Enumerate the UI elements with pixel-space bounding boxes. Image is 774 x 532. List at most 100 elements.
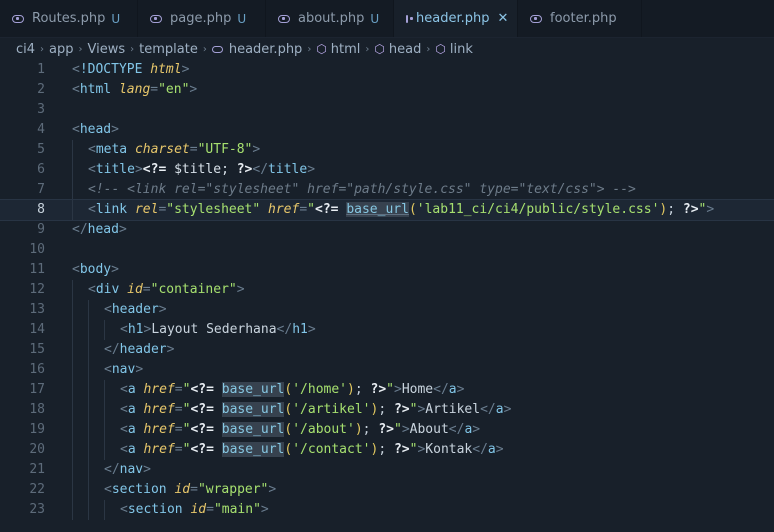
code-line[interactable]: 17 <a href="<?= base_url('/home'); ?>">Ho…: [0, 380, 774, 400]
code-token-str: '/about': [292, 422, 355, 437]
code-token-str: ": [307, 202, 315, 217]
breadcrumb-label: template: [139, 41, 198, 57]
line-code: <header>: [104, 300, 167, 320]
code-line[interactable]: 12 <div id="container">: [0, 280, 774, 300]
line-code: <section id="main">: [120, 500, 269, 520]
breadcrumb-item[interactable]: ⬡ html: [316, 42, 360, 57]
line-code: <link rel="stylesheet" href="<?= base_ur…: [88, 200, 714, 220]
code-token-attr: href: [143, 402, 175, 417]
breadcrumb-item[interactable]: template: [139, 42, 198, 57]
code-token-str: '/contact': [292, 442, 371, 457]
code-token-pun: >: [268, 482, 277, 497]
code-line[interactable]: 20 <a href="<?= base_url('/contact'); ?>"…: [0, 440, 774, 460]
code-token-pun: <: [72, 262, 80, 277]
indent-guide: [72, 340, 73, 360]
code-line[interactable]: 22 <section id="wrapper">: [0, 480, 774, 500]
symbol-element-icon: ⬡: [316, 41, 327, 56]
code-token-tag: head: [87, 222, 119, 237]
code-token-tag: !DOCTYPE: [79, 62, 151, 77]
tab-header[interactable]: header.php ✕: [394, 0, 518, 37]
code-token-com: <!-- <link rel="stylesheet" href="path/s…: [88, 182, 636, 197]
code-token-tag: body: [79, 262, 112, 277]
indent-guide: [72, 280, 73, 300]
code-token-pun: <: [120, 442, 128, 457]
code-token-php: <?=: [315, 202, 347, 217]
indent-guide: [72, 380, 73, 400]
line-code: <a href="<?= base_url('/about'); ?>">Abo…: [120, 420, 480, 440]
code-token-pun: <: [104, 302, 112, 317]
code-line[interactable]: 6 <title><?= $title; ?></title>: [0, 160, 774, 180]
breadcrumb-item[interactable]: Views: [88, 42, 126, 57]
tab-page[interactable]: page.php U: [138, 0, 266, 37]
indent-guide: [104, 380, 105, 400]
breadcrumb: ci4 › app › Views › template › header.php › ⬡ html ›…: [0, 38, 774, 60]
code-line[interactable]: 21 </nav>: [0, 460, 774, 480]
breadcrumb-item[interactable]: header.php: [211, 42, 302, 57]
breadcrumb-item[interactable]: ci4: [16, 42, 35, 57]
line-code: </header>: [104, 340, 174, 360]
code-line[interactable]: 11 <body>: [0, 260, 774, 280]
tab-about[interactable]: about.php U: [266, 0, 394, 37]
code-token-pun: >: [307, 322, 316, 337]
breadcrumb-label: link: [449, 41, 473, 57]
editor-tab-bar: Routes.php Upage.php Uabout.php Uheader.php…: [0, 0, 774, 38]
code-token-pun: </: [72, 222, 88, 237]
code-token-tag: a: [495, 402, 504, 417]
code-line[interactable]: 7 <!-- <link rel="stylesheet" href="path/…: [0, 180, 774, 200]
code-editor[interactable]: 1 <!DOCTYPE html> 2 <html lang="en"> 3 4 <head…: [0, 60, 774, 520]
breadcrumb-item[interactable]: ⬡ head: [374, 42, 421, 57]
line-number: 3: [37, 102, 45, 117]
code-line[interactable]: 1 <!DOCTYPE html>: [0, 60, 774, 80]
chevron-right-icon: ›: [365, 43, 370, 55]
code-token-pun: >: [111, 262, 119, 277]
code-line[interactable]: 10: [0, 240, 774, 260]
breadcrumb-item[interactable]: ⬡ link: [435, 42, 472, 57]
code-token-pun: >: [393, 382, 402, 397]
code-token-txt: ;: [354, 382, 371, 397]
code-token-php: <?=: [142, 162, 175, 177]
code-token-pun: >: [181, 62, 190, 77]
indent-guide: [72, 160, 73, 180]
line-number: 19: [29, 422, 45, 437]
php-file-icon: [12, 14, 24, 23]
code-line[interactable]: 2 <html lang="en">: [0, 80, 774, 100]
code-line[interactable]: 4 <head>: [0, 120, 774, 140]
indent-guide: [72, 460, 73, 480]
code-token-tag: html: [79, 82, 119, 97]
code-line[interactable]: 18 <a href="<?= base_url('/artikel'); ?>"…: [0, 400, 774, 420]
code-token-str: ": [393, 422, 402, 437]
breadcrumb-label: app: [49, 41, 74, 57]
code-token-tag: a: [127, 382, 144, 397]
code-line[interactable]: 8 <link rel="stylesheet" href="<?= base_u…: [0, 199, 774, 221]
code-token-tag: nav: [119, 462, 144, 477]
code-token-pun: >: [495, 442, 504, 457]
breadcrumb-label: head: [388, 41, 422, 57]
code-line[interactable]: 19 <a href="<?= base_url('/about'); ?>">A…: [0, 420, 774, 440]
code-token-php: <?=: [190, 442, 222, 457]
tab-footer[interactable]: footer.php: [518, 0, 642, 37]
code-line[interactable]: 3: [0, 100, 774, 120]
code-token-tag: link: [95, 202, 135, 217]
line-code: <!-- <link rel="stylesheet" href="path/s…: [88, 180, 636, 200]
line-code: <!DOCTYPE html>: [72, 60, 189, 80]
code-line[interactable]: 13 <header>: [0, 300, 774, 320]
tab-routes[interactable]: Routes.php U: [0, 0, 138, 37]
code-token-tag: div: [95, 282, 128, 297]
breadcrumb-label: ci4: [16, 41, 36, 57]
indent-guide: [72, 420, 73, 440]
line-number: 13: [29, 302, 45, 317]
code-token-pun: <: [104, 362, 112, 377]
code-line[interactable]: 14 <h1>Layout Sederhana</h1>: [0, 320, 774, 340]
close-icon[interactable]: ✕: [497, 11, 508, 26]
code-line[interactable]: 15 </header>: [0, 340, 774, 360]
line-number: 15: [29, 342, 45, 357]
code-line[interactable]: 23 <section id="main">: [0, 500, 774, 520]
code-line[interactable]: 16 <nav>: [0, 360, 774, 380]
code-line[interactable]: 9 </head>: [0, 220, 774, 240]
code-token-pun: <: [72, 122, 80, 137]
breadcrumb-item[interactable]: app: [49, 42, 73, 57]
indent-guide: [72, 300, 73, 320]
indent-guide: [88, 340, 89, 360]
code-line[interactable]: 5 <meta charset="UTF-8">: [0, 140, 774, 160]
code-token-pun: >: [135, 362, 144, 377]
